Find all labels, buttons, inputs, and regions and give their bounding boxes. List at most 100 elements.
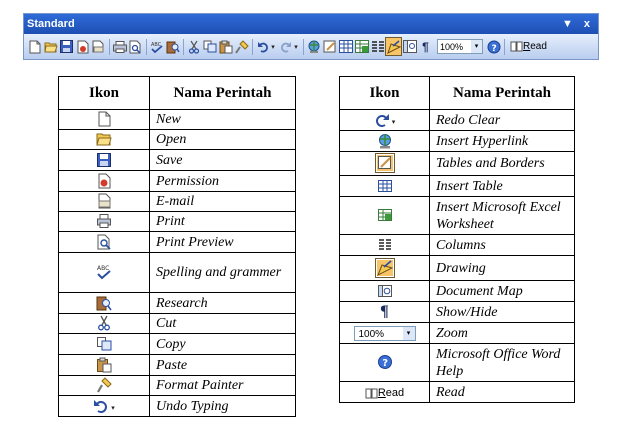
table-row: ¶ Show/Hide bbox=[339, 301, 575, 323]
print-icon bbox=[97, 214, 111, 229]
show-hide-button[interactable]: ¶ bbox=[418, 38, 433, 55]
help-icon: ? bbox=[487, 40, 500, 54]
chevron-down-icon[interactable]: ▾ bbox=[294, 43, 298, 51]
copy-button[interactable] bbox=[202, 38, 217, 55]
save-icon bbox=[60, 40, 73, 53]
format-painter-button[interactable] bbox=[234, 38, 249, 55]
toolbar-window-controls[interactable]: ▼ x bbox=[562, 14, 594, 34]
table-row: Columns bbox=[339, 234, 575, 256]
hyperlink-button[interactable] bbox=[306, 38, 321, 55]
drawing-button[interactable] bbox=[385, 37, 402, 56]
help-icon: ? bbox=[377, 355, 392, 370]
chevron-down-icon[interactable]: ▾ bbox=[271, 43, 275, 51]
open-button[interactable] bbox=[43, 38, 58, 55]
print-button[interactable] bbox=[112, 38, 127, 55]
copy-icon bbox=[203, 40, 216, 53]
cut-icon bbox=[188, 40, 199, 54]
undo-button[interactable]: ▾ bbox=[255, 38, 277, 55]
table-row: Save bbox=[58, 149, 296, 171]
table-row: Format Painter bbox=[58, 375, 296, 396]
help-button[interactable]: ? bbox=[486, 38, 501, 55]
command-name: Drawing bbox=[429, 255, 575, 281]
excel-worksheet-icon bbox=[377, 209, 392, 222]
icon-cell bbox=[58, 231, 150, 253]
research-button[interactable] bbox=[165, 38, 180, 55]
save-button[interactable] bbox=[59, 38, 74, 55]
hyperlink-icon bbox=[308, 40, 319, 53]
table-row: Copy bbox=[58, 333, 296, 355]
toolbar-separator bbox=[109, 38, 110, 55]
table-row: Cut bbox=[58, 313, 296, 334]
command-name: Insert Microsoft Excel Worksheet bbox=[429, 196, 575, 235]
cut-button[interactable] bbox=[186, 38, 201, 55]
new-button[interactable] bbox=[27, 38, 42, 55]
insert-table-icon bbox=[338, 40, 353, 53]
copy-icon bbox=[97, 336, 112, 351]
command-name: Copy bbox=[149, 333, 296, 355]
icon-cell bbox=[58, 375, 150, 396]
chevron-down-icon[interactable]: ▾ bbox=[471, 40, 482, 53]
zoom-value: 100% bbox=[440, 42, 464, 52]
command-name: Spelling and grammer bbox=[149, 252, 296, 293]
document-map-icon bbox=[377, 284, 392, 297]
paste-icon bbox=[97, 357, 112, 373]
toolbar-separator bbox=[252, 38, 253, 55]
redo-button[interactable]: ▾ bbox=[278, 38, 300, 55]
open-folder-icon bbox=[43, 42, 58, 52]
icon-cell bbox=[58, 313, 150, 334]
read-button[interactable]: Read bbox=[510, 41, 547, 52]
insert-table-button[interactable] bbox=[338, 38, 353, 55]
table-row: Research bbox=[58, 292, 296, 314]
save-icon bbox=[97, 152, 111, 167]
zoom-box: 100% ▾ bbox=[353, 326, 416, 341]
chevron-down-icon: ▾ bbox=[402, 327, 415, 340]
table-row: Print Preview bbox=[58, 231, 296, 253]
spelling-button[interactable]: ABC bbox=[149, 38, 164, 55]
command-name: Read bbox=[429, 381, 575, 403]
email-button[interactable] bbox=[91, 38, 106, 55]
undo-icon bbox=[94, 399, 108, 413]
zoom-value: 100% bbox=[358, 329, 385, 340]
column-header-icon: Ikon bbox=[58, 76, 150, 110]
paste-button[interactable] bbox=[218, 38, 233, 55]
svg-text:?: ? bbox=[491, 44, 496, 54]
icon-cell bbox=[58, 292, 150, 314]
command-name: Paste bbox=[149, 354, 296, 376]
command-name: Microsoft Office Word Help bbox=[429, 343, 575, 382]
icon-cell bbox=[339, 196, 430, 235]
column-header-icon: Ikon bbox=[339, 76, 430, 110]
columns-icon bbox=[378, 239, 391, 250]
spelling-icon: ABC bbox=[97, 265, 111, 280]
table-row: Open bbox=[58, 129, 296, 150]
excel-worksheet-icon bbox=[354, 40, 369, 53]
command-name: Show/Hide bbox=[429, 301, 575, 323]
table-row: Insert Microsoft Excel Worksheet bbox=[339, 196, 575, 235]
table-row: Paste bbox=[58, 354, 296, 376]
tables-borders-button[interactable] bbox=[322, 38, 337, 55]
table-row: ▾ Redo Clear bbox=[339, 109, 575, 131]
icon-cell bbox=[58, 333, 150, 355]
icon-cell: ▾ bbox=[58, 395, 150, 417]
standard-toolbar: Standard ▼ x ABC ▾ ▾ ¶ 100% ▾ ? R ead bbox=[23, 13, 599, 60]
tables-borders-icon bbox=[323, 40, 335, 52]
excel-worksheet-button[interactable] bbox=[354, 38, 369, 55]
zoom-select[interactable]: 100% ▾ bbox=[437, 39, 483, 54]
print-preview-button[interactable] bbox=[128, 38, 143, 55]
table-row: Insert Table bbox=[339, 175, 575, 197]
print-preview-icon bbox=[129, 40, 141, 54]
table-header-row: Ikon Nama Perintah bbox=[58, 76, 296, 110]
print-preview-icon bbox=[97, 234, 111, 250]
icon-cell bbox=[58, 170, 150, 192]
icon-cell bbox=[339, 280, 430, 302]
permission-button[interactable] bbox=[75, 38, 90, 55]
icon-cell: ABC bbox=[58, 252, 150, 293]
document-map-button[interactable] bbox=[402, 38, 417, 55]
toolbar-title-bar[interactable]: Standard ▼ x bbox=[24, 14, 598, 34]
drawing-icon bbox=[386, 39, 401, 54]
format-painter-icon bbox=[97, 377, 112, 393]
columns-button[interactable] bbox=[370, 38, 385, 55]
svg-text:ABC: ABC bbox=[97, 265, 109, 272]
permission-icon bbox=[77, 40, 88, 53]
icon-cell bbox=[339, 255, 430, 281]
table-row: ▾ Undo Typing bbox=[58, 395, 296, 417]
